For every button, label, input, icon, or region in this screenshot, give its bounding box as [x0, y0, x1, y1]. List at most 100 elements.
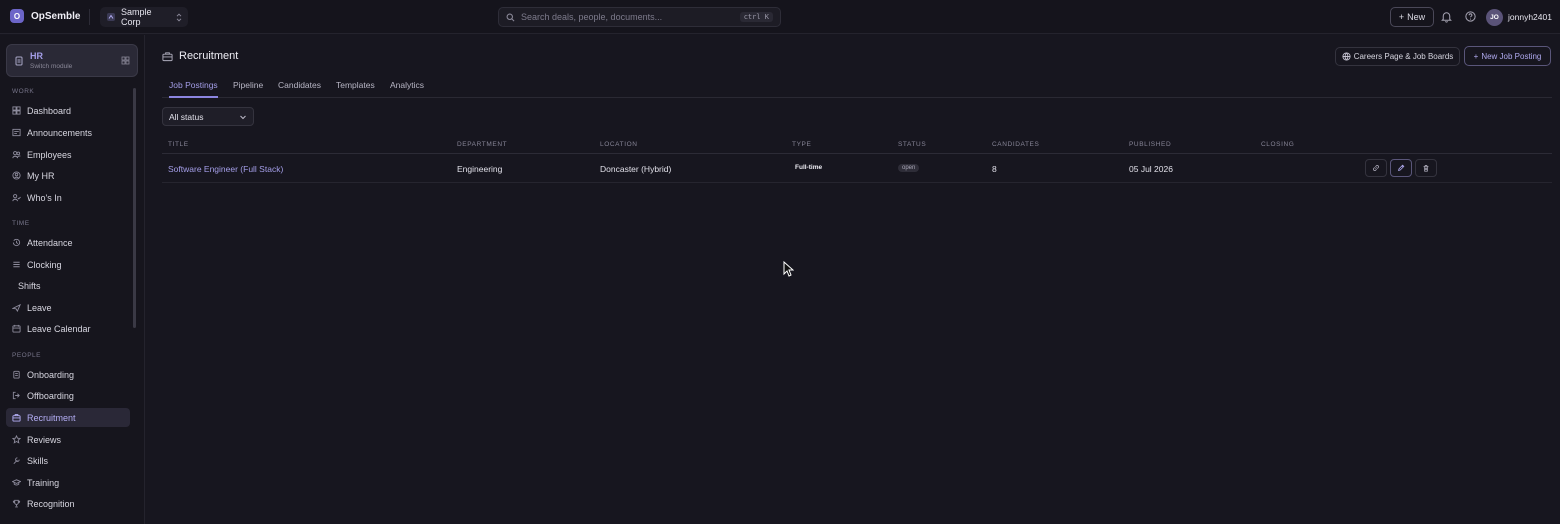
tab-job-postings[interactable]: Job Postings — [169, 80, 218, 98]
dashboard-icon — [12, 106, 21, 115]
careers-page-button[interactable]: Careers Page & Job Boards — [1335, 47, 1460, 66]
main-content: Recruitment Careers Page & Job Boards + … — [146, 35, 1560, 524]
column-header-department[interactable]: DEPARTMENT — [457, 141, 507, 148]
tab-templates[interactable]: Templates — [336, 80, 375, 98]
avatar: JO — [1486, 8, 1503, 26]
user-check-icon — [12, 194, 21, 202]
sidebar-item-training[interactable]: Training — [6, 473, 130, 492]
sidebar-item-clocking[interactable]: Clocking — [6, 255, 130, 274]
job-title-link[interactable]: Software Engineer (Full Stack) — [168, 164, 283, 174]
sidebar-item-my-hr[interactable]: My HR — [6, 166, 130, 185]
sidebar-item-label: Announcements — [27, 127, 93, 138]
sidebar-item-leave-calendar[interactable]: Leave Calendar — [6, 319, 130, 338]
sidebar-item-label: Skills — [27, 455, 49, 466]
sidebar-item-shifts[interactable]: Shifts — [6, 276, 130, 295]
divider — [89, 9, 90, 25]
brand-name: OpSemble — [31, 10, 81, 22]
sidebar-item-label: Training — [27, 477, 60, 488]
briefcase-icon — [162, 51, 173, 61]
trophy-icon — [12, 499, 21, 508]
copy-link-button[interactable] — [1365, 159, 1387, 177]
sidebar-item-attendance[interactable]: Attendance — [6, 233, 130, 252]
sidebar-item-label: Recognition — [27, 498, 75, 509]
module-name: HR — [30, 51, 43, 61]
sidebar-item-recognition[interactable]: Recognition — [6, 494, 130, 513]
module-switcher[interactable]: HR Switch module — [6, 44, 138, 77]
sidebar-item-offboarding[interactable]: Offboarding — [6, 386, 130, 405]
wrench-icon — [13, 457, 20, 464]
sidebar-item-reviews[interactable]: Reviews — [6, 430, 130, 449]
new-job-posting-label: New Job Posting — [1481, 51, 1542, 61]
sidebar-item-label: Who's In — [27, 192, 62, 203]
status-filter-select[interactable]: All status — [162, 107, 254, 126]
table-row[interactable]: Software Engineer (Full Stack) Engineeri… — [162, 154, 1552, 183]
sidebar-item-leave[interactable]: Leave — [6, 298, 130, 317]
edit-button[interactable] — [1390, 159, 1412, 177]
page-title: Recruitment — [179, 50, 239, 62]
user-circle-icon — [12, 171, 21, 180]
trash-icon — [1423, 165, 1429, 172]
org-switcher[interactable]: Sample Corp — [100, 7, 188, 27]
list-icon — [13, 261, 20, 268]
bell-icon[interactable] — [1440, 10, 1454, 24]
star-icon — [12, 435, 21, 444]
column-header-candidates[interactable]: CANDIDATES — [992, 141, 1039, 148]
megaphone-icon — [12, 128, 21, 137]
link-icon — [1373, 165, 1379, 171]
users-icon — [12, 151, 21, 159]
column-header-title[interactable]: TITLE — [168, 141, 189, 148]
tab-candidates[interactable]: Candidates — [278, 80, 321, 98]
column-header-type[interactable]: TYPE — [792, 141, 811, 148]
job-postings-table: TITLE DEPARTMENT LOCATION TYPE STATUS CA… — [162, 135, 1552, 183]
search-input[interactable]: Search deals, people, documents... ctrl … — [498, 7, 781, 27]
section-people: PEOPLE — [12, 352, 42, 359]
sidebar-item-label: Reviews — [27, 434, 62, 445]
column-header-closing[interactable]: CLOSING — [1261, 141, 1294, 148]
logout-icon — [12, 391, 20, 400]
sidebar-item-label: Clocking — [27, 259, 62, 270]
help-icon[interactable] — [1464, 10, 1478, 24]
sidebar: HR Switch module WORK Dashboard Announce… — [0, 35, 145, 524]
document-icon — [14, 56, 24, 66]
sidebar-item-label: Attendance — [27, 237, 73, 248]
pencil-icon — [1398, 164, 1405, 171]
status-badge: open — [898, 164, 920, 172]
sidebar-item-label: Employees — [27, 149, 72, 160]
chevron-down-icon — [240, 115, 246, 119]
column-header-status[interactable]: STATUS — [898, 141, 926, 148]
briefcase-icon — [12, 414, 21, 422]
new-button[interactable]: + New — [1390, 7, 1434, 27]
delete-button[interactable] — [1415, 159, 1437, 177]
sidebar-item-label: Onboarding — [27, 369, 75, 380]
section-time: TIME — [12, 220, 30, 227]
username: jonnyh2401 — [1508, 12, 1552, 22]
tab-pipeline[interactable]: Pipeline — [233, 80, 263, 98]
column-header-published[interactable]: PUBLISHED — [1129, 141, 1171, 148]
page-header: Recruitment — [162, 50, 238, 62]
sidebar-item-skills[interactable]: Skills — [6, 451, 130, 470]
sidebar-scrollbar[interactable] — [133, 88, 136, 328]
sidebar-item-dashboard[interactable]: Dashboard — [6, 101, 130, 120]
sidebar-item-recruitment[interactable]: Recruitment — [6, 408, 130, 427]
brand-logo: O — [10, 9, 24, 23]
sidebar-item-announcements[interactable]: Announcements — [6, 123, 130, 142]
user-menu[interactable]: JO jonnyh2401 — [1486, 7, 1552, 27]
sidebar-item-whos-in[interactable]: Who's In — [6, 188, 130, 207]
org-name: Sample Corp — [121, 7, 152, 27]
sidebar-item-onboarding[interactable]: Onboarding — [6, 365, 130, 384]
sidebar-item-label: My HR — [27, 170, 55, 181]
sidebar-item-label: Dashboard — [27, 105, 72, 116]
sidebar-item-employees[interactable]: Employees — [6, 145, 130, 164]
brand[interactable]: O OpSemble — [10, 9, 80, 23]
sidebar-item-label: Leave — [27, 302, 52, 313]
column-header-location[interactable]: LOCATION — [600, 141, 638, 148]
new-button-label: New — [1407, 12, 1426, 22]
tab-analytics[interactable]: Analytics — [390, 80, 424, 98]
sidebar-item-label: Recruitment — [27, 412, 76, 423]
grid-icon — [121, 56, 130, 65]
table-header: TITLE DEPARTMENT LOCATION TYPE STATUS CA… — [162, 135, 1552, 154]
sidebar-item-label: Shifts — [18, 280, 41, 291]
chevron-updown-icon — [176, 12, 182, 22]
new-job-posting-button[interactable]: + New Job Posting — [1464, 46, 1551, 66]
module-subtitle: Switch module — [30, 63, 73, 70]
